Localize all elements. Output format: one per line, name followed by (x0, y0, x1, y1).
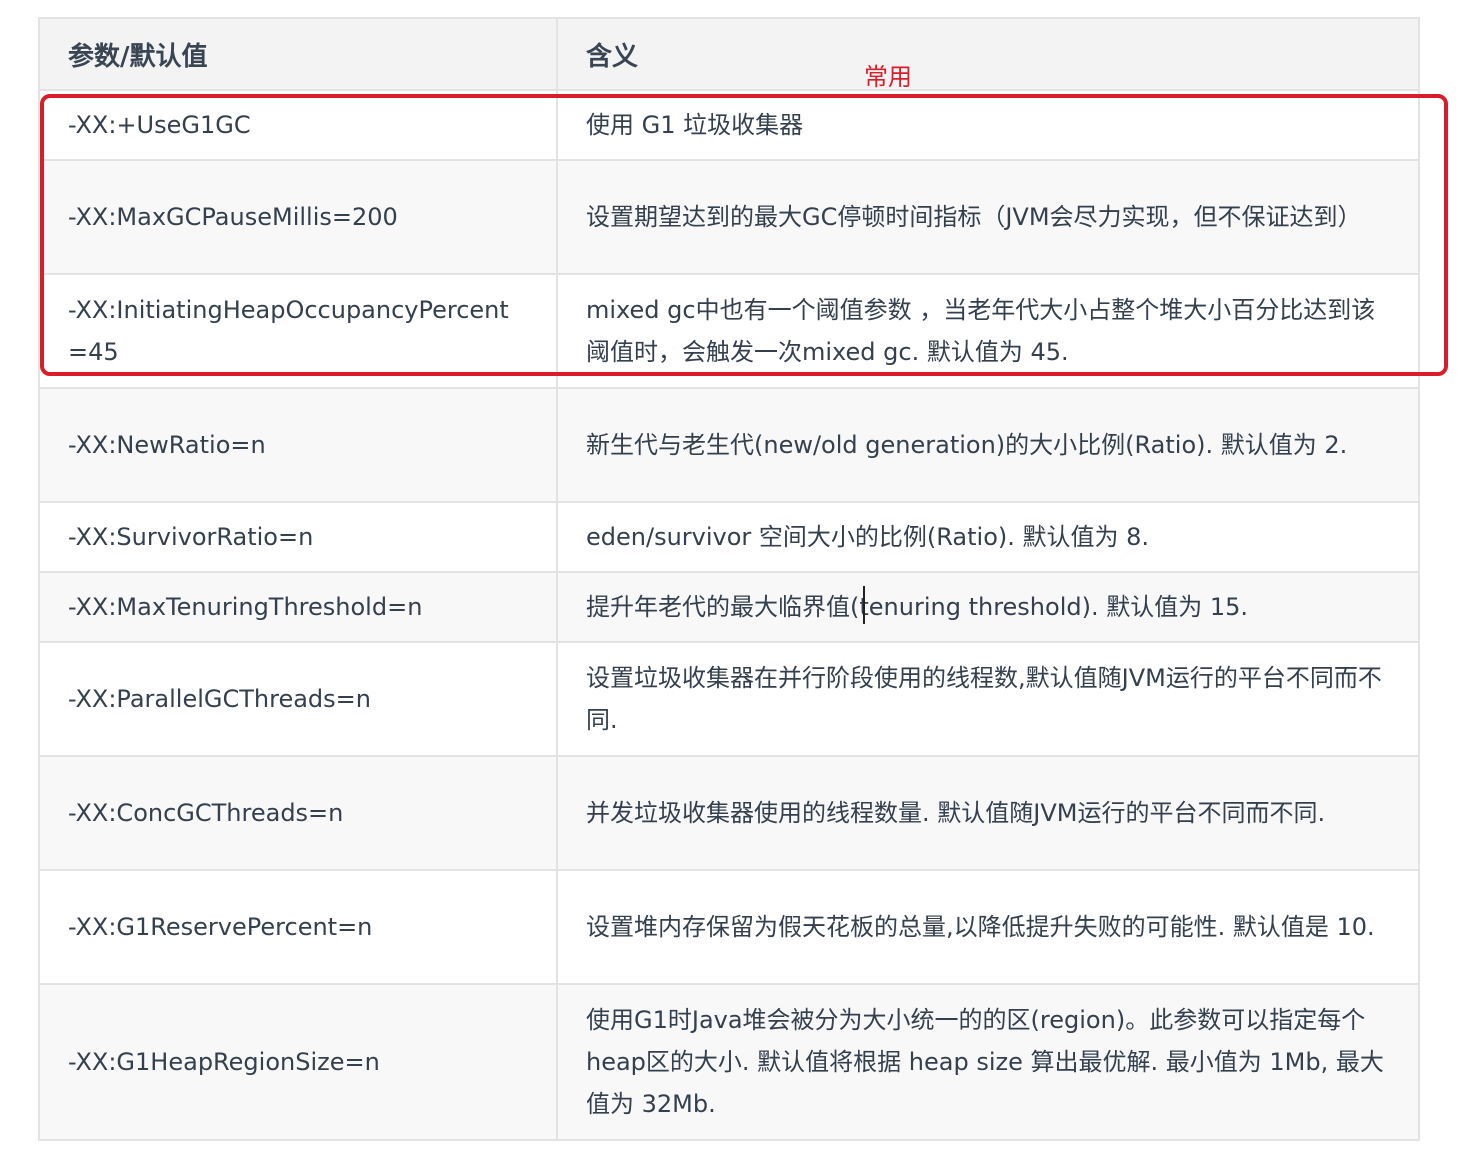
table-row: -XX:ParallelGCThreads=n 设置垃圾收集器在并行阶段使用的线… (38, 641, 1420, 757)
text-cursor (863, 586, 865, 624)
common-annotation-label: 常用 (864, 63, 912, 91)
gc-params-table-container: 参数/默认值 含义 -XX:+UseG1GC 使用 G1 垃圾收集器 -XX:M… (38, 17, 1420, 1141)
param-cell: -XX:NewRatio=n (38, 387, 558, 503)
param-cell: -XX:MaxGCPauseMillis=200 (38, 159, 558, 275)
meaning-cell: 设置堆内存保留为假天花板的总量,以降低提升失败的可能性. 默认值是 10. (556, 869, 1420, 985)
header-param: 参数/默认值 (38, 17, 558, 91)
meaning-cell: 使用G1时Java堆会被分为大小统一的的区(region)。此参数可以指定每个h… (556, 983, 1420, 1141)
param-cell: -XX:InitiatingHeapOccupancyPercent=45 (38, 273, 558, 389)
meaning-cell: 设置期望达到的最大GC停顿时间指标（JVM会尽力实现，但不保证达到） (556, 159, 1420, 275)
table-row: -XX:MaxTenuringThreshold=n 提升年老代的最大临界值(t… (38, 571, 1420, 643)
table-row: -XX:SurvivorRatio=n eden/survivor 空间大小的比… (38, 501, 1420, 573)
meaning-cell: mixed gc中也有一个阈值参数 ，当老年代大小占整个堆大小百分比达到该阈值时… (556, 273, 1420, 389)
table-row: -XX:G1ReservePercent=n 设置堆内存保留为假天花板的总量,以… (38, 869, 1420, 985)
table-row: -XX:ConcGCThreads=n 并发垃圾收集器使用的线程数量. 默认值随… (38, 755, 1420, 871)
gc-params-table: 参数/默认值 含义 -XX:+UseG1GC 使用 G1 垃圾收集器 -XX:M… (38, 17, 1420, 1141)
header-meaning: 含义 (556, 17, 1420, 91)
param-cell: -XX:ParallelGCThreads=n (38, 641, 558, 757)
table-row: -XX:MaxGCPauseMillis=200 设置期望达到的最大GC停顿时间… (38, 159, 1420, 275)
param-cell: -XX:G1ReservePercent=n (38, 869, 558, 985)
param-cell: -XX:MaxTenuringThreshold=n (38, 571, 558, 643)
meaning-cell: 使用 G1 垃圾收集器 (556, 89, 1420, 161)
param-cell: -XX:+UseG1GC (38, 89, 558, 161)
meaning-cell: 设置垃圾收集器在并行阶段使用的线程数,默认值随JVM运行的平台不同而不同. (556, 641, 1420, 757)
meaning-cell: 提升年老代的最大临界值(tenuring threshold). 默认值为 15… (556, 571, 1420, 643)
meaning-cell: 新生代与老生代(new/old generation)的大小比例(Ratio).… (556, 387, 1420, 503)
table-row: -XX:NewRatio=n 新生代与老生代(new/old generatio… (38, 387, 1420, 503)
table-row: -XX:InitiatingHeapOccupancyPercent=45 mi… (38, 273, 1420, 389)
meaning-cell: eden/survivor 空间大小的比例(Ratio). 默认值为 8. (556, 501, 1420, 573)
param-cell: -XX:SurvivorRatio=n (38, 501, 558, 573)
meaning-cell: 并发垃圾收集器使用的线程数量. 默认值随JVM运行的平台不同而不同. (556, 755, 1420, 871)
param-cell: -XX:ConcGCThreads=n (38, 755, 558, 871)
table-header-row: 参数/默认值 含义 (38, 17, 1420, 91)
param-cell: -XX:G1HeapRegionSize=n (38, 983, 558, 1141)
table-row: -XX:+UseG1GC 使用 G1 垃圾收集器 (38, 89, 1420, 161)
table-row: -XX:G1HeapRegionSize=n 使用G1时Java堆会被分为大小统… (38, 983, 1420, 1141)
